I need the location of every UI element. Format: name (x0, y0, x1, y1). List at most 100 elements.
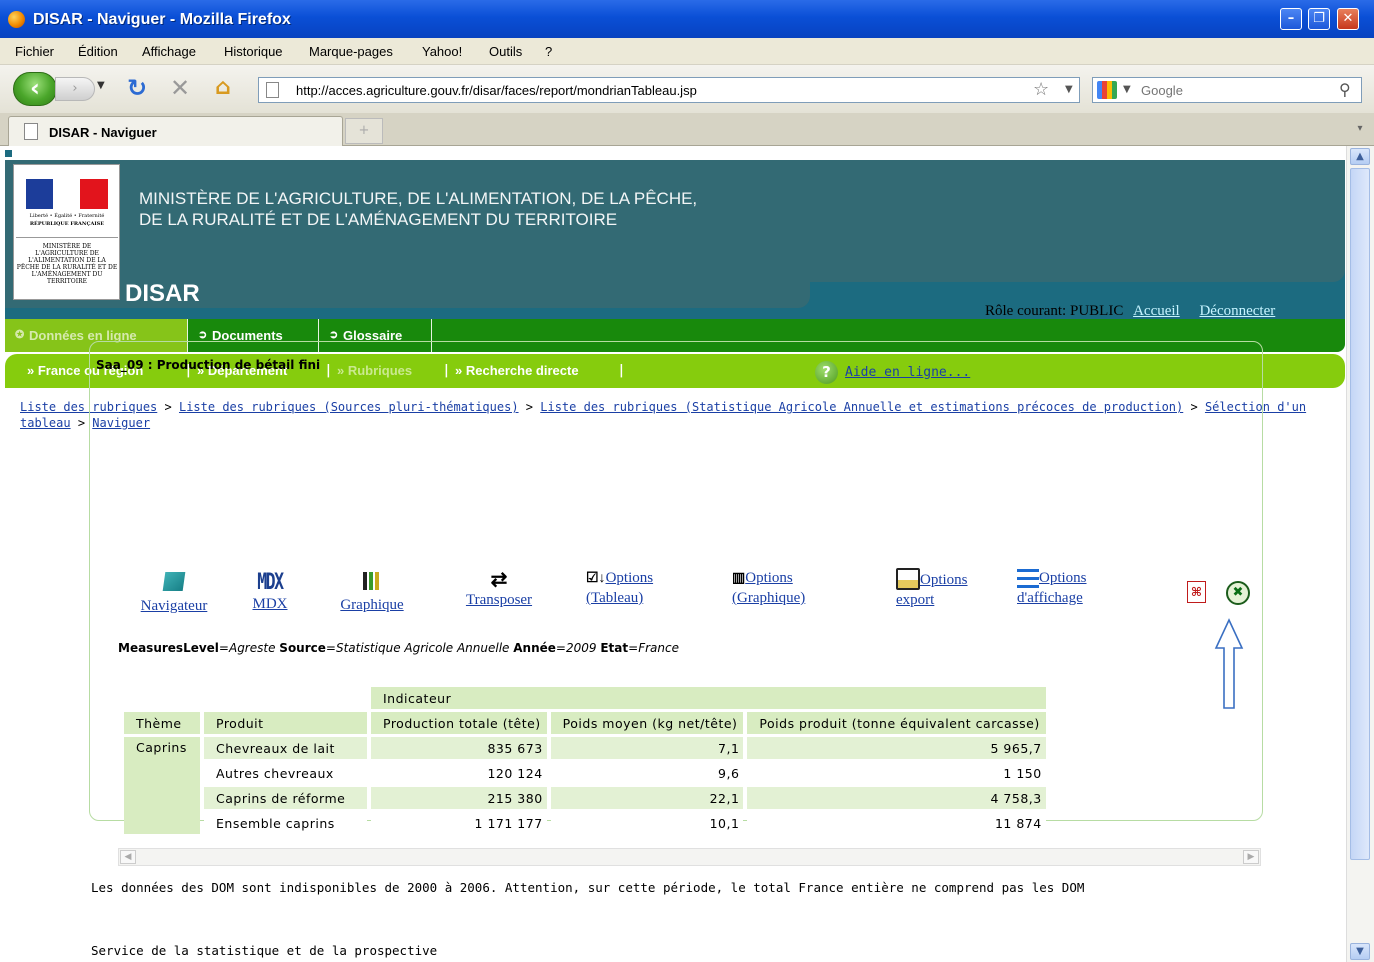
filter-key: Source (279, 641, 326, 655)
menu-outils[interactable]: Outils (489, 44, 522, 59)
scroll-up-icon[interactable]: ▲ (1350, 148, 1370, 165)
filter-value: Agreste (228, 641, 276, 655)
table-row: Caprins Chevreaux de lait 835 673 7,1 5 … (124, 737, 1046, 834)
options-affichage-button[interactable]: Options d'affichage (1017, 568, 1117, 608)
history-dropdown-icon[interactable]: ▼ (97, 80, 105, 91)
options-label: Options (605, 570, 654, 586)
filter-key: MeasuresLevel (118, 641, 219, 655)
bookmark-star-icon[interactable]: ☆ (1033, 79, 1049, 100)
menu-fichier[interactable]: Fichier (15, 44, 54, 59)
options-sub-label: (Tableau) (586, 590, 644, 606)
search-box[interactable]: ▼ ⚲ (1092, 77, 1362, 103)
tab-disar[interactable]: DISAR - Naviguer (8, 116, 343, 146)
search-engine-icon[interactable] (1097, 81, 1117, 99)
ministry-line-2: DE LA RURALITÉ ET DE L'AMÉNAGEMENT DU TE… (139, 210, 618, 229)
logo-republic: RÉPUBLIQUE FRANÇAISE (29, 221, 105, 227)
search-input[interactable] (1141, 81, 1321, 99)
marianne-flag (26, 179, 108, 209)
excel-export-icon[interactable]: ✖ (1226, 581, 1250, 605)
back-button[interactable]: ‹ (13, 72, 57, 106)
minimize-button[interactable]: – (1280, 8, 1302, 30)
col-header-measure[interactable]: Poids moyen (kg net/tête) (550, 712, 744, 734)
service-footer: Service de la statistique et de la prosp… (91, 943, 438, 958)
row-header-product[interactable]: Ensemble caprins (204, 812, 367, 834)
navigator-button[interactable]: Navigateur (132, 572, 216, 616)
menu-historique[interactable]: Historique (224, 44, 283, 59)
scroll-left-icon[interactable]: ◀ (120, 850, 136, 864)
close-button[interactable]: ✕ (1337, 8, 1359, 30)
menu-marque-pages[interactable]: Marque-pages (309, 44, 393, 59)
table-cell: 1 150 (747, 762, 1046, 784)
graphique-button[interactable]: Graphique (332, 572, 412, 615)
col-header-measure[interactable]: Poids produit (tonne équivalent carcasse… (747, 712, 1046, 734)
row-header-theme[interactable]: Caprins (124, 737, 200, 834)
help-icon[interactable]: ? (815, 361, 838, 384)
row-header-product[interactable]: Chevreaux de lait (204, 737, 367, 759)
collapse-icon[interactable] (4, 149, 13, 158)
options-export-button[interactable]: Options export (896, 568, 992, 610)
table-cell: 215 380 (371, 787, 547, 809)
new-tab-button[interactable]: + (345, 118, 383, 144)
horizontal-scrollbar[interactable]: ◀ ▶ (118, 848, 1261, 866)
firefox-icon (8, 11, 25, 28)
table-cell: 4 758,3 (747, 787, 1046, 809)
options-sub-label: (Graphique) (732, 590, 806, 606)
display-grid-icon (1017, 569, 1039, 588)
options-label: Options (745, 570, 793, 586)
filter-value: France (638, 641, 679, 655)
col-header-theme[interactable]: Thème (124, 712, 200, 734)
options-label: Options (1039, 570, 1087, 586)
table-row: Caprins de réforme 215 380 22,1 4 758,3 (124, 787, 1046, 809)
table-row: Autres chevreaux 120 124 9,6 1 150 (124, 762, 1046, 784)
options-label: Options (920, 572, 968, 588)
scroll-right-icon[interactable]: ▶ (1243, 850, 1259, 864)
scroll-down-icon[interactable]: ▼ (1350, 943, 1370, 960)
forward-button[interactable]: › (55, 77, 95, 101)
navigator-label: Navigateur (140, 598, 208, 614)
menu-help[interactable]: ? (545, 44, 552, 59)
menu-edition[interactable]: Édition (78, 44, 118, 59)
home-icon[interactable]: ⌂ (215, 75, 231, 101)
sort-options-icon: ☑↓ (586, 571, 606, 586)
url-text[interactable]: http://acces.agriculture.gouv.fr/disar/f… (296, 83, 697, 98)
maximize-button[interactable]: ❐ (1308, 8, 1330, 30)
table-cell: 11 874 (747, 812, 1046, 834)
navigation-toolbar: ‹ › ▼ ↻ ✕ ⌂ http://acces.agriculture.gou… (0, 65, 1374, 113)
url-dropdown-icon[interactable]: ▼ (1065, 84, 1073, 95)
table-cell: 7,1 (550, 737, 744, 759)
menu-bar: Fichier Édition Affichage Historique Mar… (0, 38, 1374, 65)
mdx-icon: MDX (257, 570, 284, 595)
search-engine-dropdown-icon[interactable]: ▼ (1123, 84, 1131, 95)
row-header-product[interactable]: Autres chevreaux (204, 762, 367, 784)
col-header-product[interactable]: Produit (204, 712, 367, 734)
table-cell: 10,1 (550, 812, 744, 834)
row-header-product[interactable]: Caprins de réforme (204, 787, 367, 809)
app-name: DISAR (125, 280, 200, 307)
tab-page-icon (24, 123, 38, 140)
address-bar[interactable]: http://acces.agriculture.gouv.fr/disar/f… (258, 77, 1080, 103)
indicator-header[interactable]: Indicateur (371, 687, 1046, 709)
options-sub-label: d'affichage (1017, 590, 1083, 606)
options-graphique-button[interactable]: ▥Options (Graphique) (732, 568, 828, 608)
logout-link[interactable]: Déconnecter (1199, 303, 1275, 319)
home-link[interactable]: Accueil (1133, 303, 1180, 319)
table-row: Thème Produit Production totale (tête) P… (124, 712, 1046, 734)
vertical-scrollbar[interactable]: ▲ ▼ (1346, 146, 1374, 962)
pdf-export-icon[interactable]: ⌘ (1187, 581, 1206, 603)
transposer-label: Transposer (465, 592, 533, 608)
reload-icon[interactable]: ↻ (127, 75, 147, 101)
table-row: Ensemble caprins 1 171 177 10,1 11 874 (124, 812, 1046, 834)
menu-affichage[interactable]: Affichage (142, 44, 196, 59)
stop-icon[interactable]: ✕ (170, 75, 190, 101)
search-icon[interactable]: ⚲ (1339, 80, 1351, 99)
options-sub-label: export (896, 592, 935, 608)
scroll-thumb[interactable] (1350, 168, 1370, 860)
help-link[interactable]: Aide en ligne... (845, 365, 970, 380)
transposer-button[interactable]: ⇄ Transposer (455, 570, 543, 610)
filter-key: Année (513, 641, 556, 655)
mdx-button[interactable]: MDX MDX (248, 572, 292, 614)
options-tableau-button[interactable]: ☑↓Options (Tableau) (586, 568, 682, 608)
tab-list-icon[interactable]: ▾ (1350, 119, 1370, 139)
menu-yahoo[interactable]: Yahoo! (422, 44, 462, 59)
col-header-measure[interactable]: Production totale (tête) (371, 712, 547, 734)
